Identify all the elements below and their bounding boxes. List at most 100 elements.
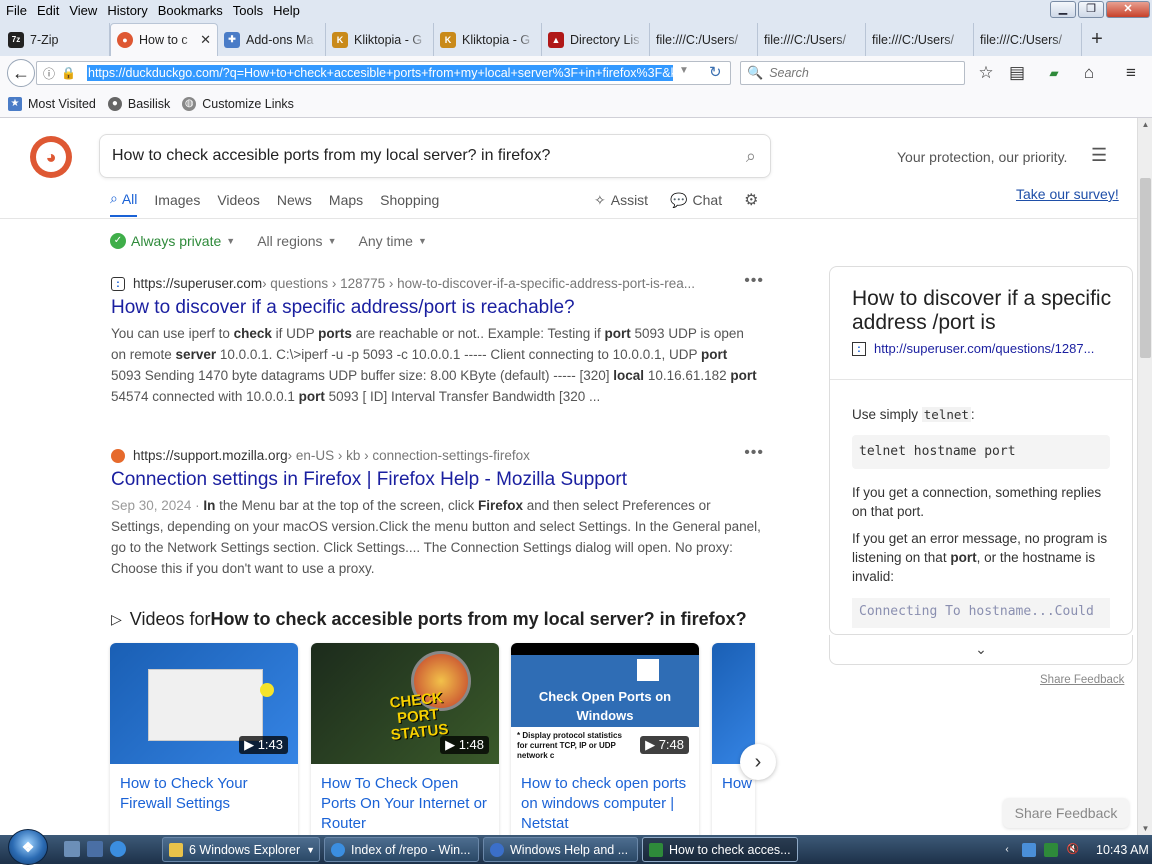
chat-button[interactable]: 💬 Chat [670,192,722,209]
page-scrollbar[interactable]: ▲ ▼ [1137,118,1152,835]
safe-search-filter[interactable]: ✓ Always private ▼ [110,233,235,249]
tab-duckduckgo[interactable]: ● How to c ✕ [110,23,218,56]
start-button[interactable]: ❖ [8,829,48,865]
menu-edit[interactable]: Edit [32,3,64,18]
search-bar[interactable]: 🔍 Search [740,61,965,85]
menu-file[interactable]: File [0,3,32,18]
internet-explorer-icon[interactable] [110,841,126,857]
videos-header-query: How to check accesible ports from my loc… [210,609,747,629]
url-dropdown-icon[interactable]: ▼ [679,65,689,76]
shield-tray-icon[interactable] [1044,842,1058,857]
volume-muted-icon[interactable]: 🔇 [1066,843,1080,857]
video-title[interactable]: How To Check Open Ports On Your Internet… [311,764,499,834]
maximize-button[interactable]: ❐ [1078,1,1104,18]
result-snippet: Sep 30, 2024 · In the Menu bar at the to… [111,495,761,579]
next-videos-chevron-icon[interactable]: › [740,744,776,780]
assist-button[interactable]: ✧ Assist [594,192,648,209]
menu-help[interactable]: Help [268,3,305,18]
tab-videos[interactable]: Videos [217,190,260,217]
result-path: › questions › 128775 › how-to-discover-i… [262,276,695,291]
show-desktop-icon[interactable] [64,841,80,857]
menu-tools[interactable]: Tools [228,3,268,18]
tab-file-2[interactable]: file:///C:/Users/ [758,23,866,56]
tab-label: 7-Zip [30,32,59,47]
tab-7zip[interactable]: 7z 7-Zip [2,23,110,56]
mozilla-icon [111,448,125,463]
survey-link[interactable]: Take our survey! [1016,186,1119,202]
video-card[interactable]: CHECK PORT STATUS ▶ 1:48 How To Check Op… [311,643,499,835]
tab-file-1[interactable]: file:///C:/Users/ [650,23,758,56]
query-input[interactable]: How to check accesible ports from my loc… [99,134,771,178]
extension-icon[interactable]: ▰ [1042,62,1066,84]
video-title[interactable]: How to check open ports on windows compu… [511,764,699,834]
info-icon[interactable]: ⓘ [43,65,55,82]
more-options-icon[interactable]: ••• [744,272,764,290]
tab-directory-listing[interactable]: ▲ Directory Lis [542,23,650,56]
directory-icon: ▲ [548,31,564,48]
expand-chevron-icon[interactable]: ⌄ [829,635,1133,665]
videos-header[interactable]: ▷ Videos for How to check accesible port… [111,609,747,630]
menu-icon[interactable]: ≡ [1119,62,1143,84]
new-tab-button[interactable]: + [1082,23,1112,56]
close-tab-icon[interactable]: ✕ [200,32,211,48]
tab-shopping[interactable]: Shopping [380,190,439,217]
result-url[interactable]: https://support.mozilla.org › en-US › kb… [111,448,761,463]
close-window-button[interactable]: ✕ [1106,1,1150,18]
scroll-down-icon[interactable]: ▼ [1138,824,1152,833]
hamburger-menu-icon[interactable]: ☰ [1091,145,1107,166]
tab-file-3[interactable]: file:///C:/Users/ [866,23,974,56]
network-icon[interactable] [1022,842,1036,857]
search-icon[interactable]: ⌕ [746,146,756,167]
bookmark-customize-links[interactable]: ◍ Customize Links [182,96,294,111]
tab-kliktopia-2[interactable]: K Kliktopia - G [434,23,542,56]
infobox-text-suffix: : [970,407,975,422]
checkmark-icon: ✓ [110,233,126,249]
video-card[interactable]: Check Open Ports on Windows * Display pr… [511,643,699,835]
video-card[interactable]: How servi whic [712,643,755,835]
result-title[interactable]: How to discover if a specific address/po… [111,297,761,319]
result-url[interactable]: : https://superuser.com › questions › 12… [111,276,761,291]
url-text[interactable]: https://duckduckgo.com/?q=How+to+check+a… [87,65,673,81]
url-bar[interactable]: ⓘ 🔒 https://duckduckgo.com/?q=How+to+che… [36,61,731,85]
video-thumbnail: Check Open Ports on Windows * Display pr… [511,643,699,764]
home-icon[interactable]: ⌂ [1077,62,1101,84]
taskbar-windows-help[interactable]: Windows Help and ... [483,837,638,862]
taskbar-browser[interactable]: How to check acces... [642,837,798,862]
menu-bookmarks[interactable]: Bookmarks [153,3,228,18]
menu-view[interactable]: View [64,3,102,18]
tab-kliktopia-1[interactable]: K Kliktopia - G [326,23,434,56]
result-title[interactable]: Connection settings in Firefox | Firefox… [111,469,761,491]
region-filter[interactable]: All regions ▼ [257,233,336,249]
tab-maps[interactable]: Maps [329,190,363,217]
time-filter[interactable]: Any time ▼ [358,233,426,249]
clock[interactable]: 10:43 AM [1096,843,1149,857]
share-feedback-link[interactable]: Share Feedback [1040,674,1124,686]
tab-file-4[interactable]: file:///C:/Users/ [974,23,1082,56]
reload-icon[interactable]: ↻ [709,63,722,81]
video-title[interactable]: How to Check Your Firewall Settings [110,764,298,814]
reading-list-icon[interactable]: ▤ [1005,62,1029,84]
bookmark-star-icon[interactable]: ☆ [974,62,998,84]
taskbar-windows-explorer[interactable]: 6 Windows Explorer ▼ [162,837,320,862]
switch-windows-icon[interactable] [87,841,103,857]
minimize-button[interactable]: ▁ [1050,1,1076,18]
bookmark-most-visited[interactable]: ★ Most Visited [8,96,96,111]
duckduckgo-logo[interactable]: ◕ [30,136,72,178]
tab-addons[interactable]: ✚ Add-ons Ma [218,23,326,56]
scrollbar-thumb[interactable] [1140,178,1151,358]
bookmark-basilisk[interactable]: ● Basilisk [107,96,170,111]
share-feedback-button[interactable]: Share Feedback [1003,798,1129,828]
scroll-up-icon[interactable]: ▲ [1138,120,1152,129]
settings-gear-icon[interactable]: ⚙ [744,190,758,210]
infobox-link[interactable]: : http://superuser.com/questions/1287... [852,341,1094,356]
more-options-icon[interactable]: ••• [744,444,764,462]
video-card[interactable]: ▶ 1:43 How to Check Your Firewall Settin… [110,643,298,835]
tab-news[interactable]: News [277,190,312,217]
window-controls: ▁ ❐ ✕ [1050,1,1150,18]
tray-expand-icon[interactable]: ‹ [1000,843,1014,857]
tab-images[interactable]: Images [154,190,200,217]
menu-history[interactable]: History [102,3,152,18]
taskbar-index-of-repo[interactable]: Index of /repo - Win... [324,837,479,862]
tab-all[interactable]: ⌕ All [110,190,138,217]
back-button[interactable]: ← [7,59,35,87]
